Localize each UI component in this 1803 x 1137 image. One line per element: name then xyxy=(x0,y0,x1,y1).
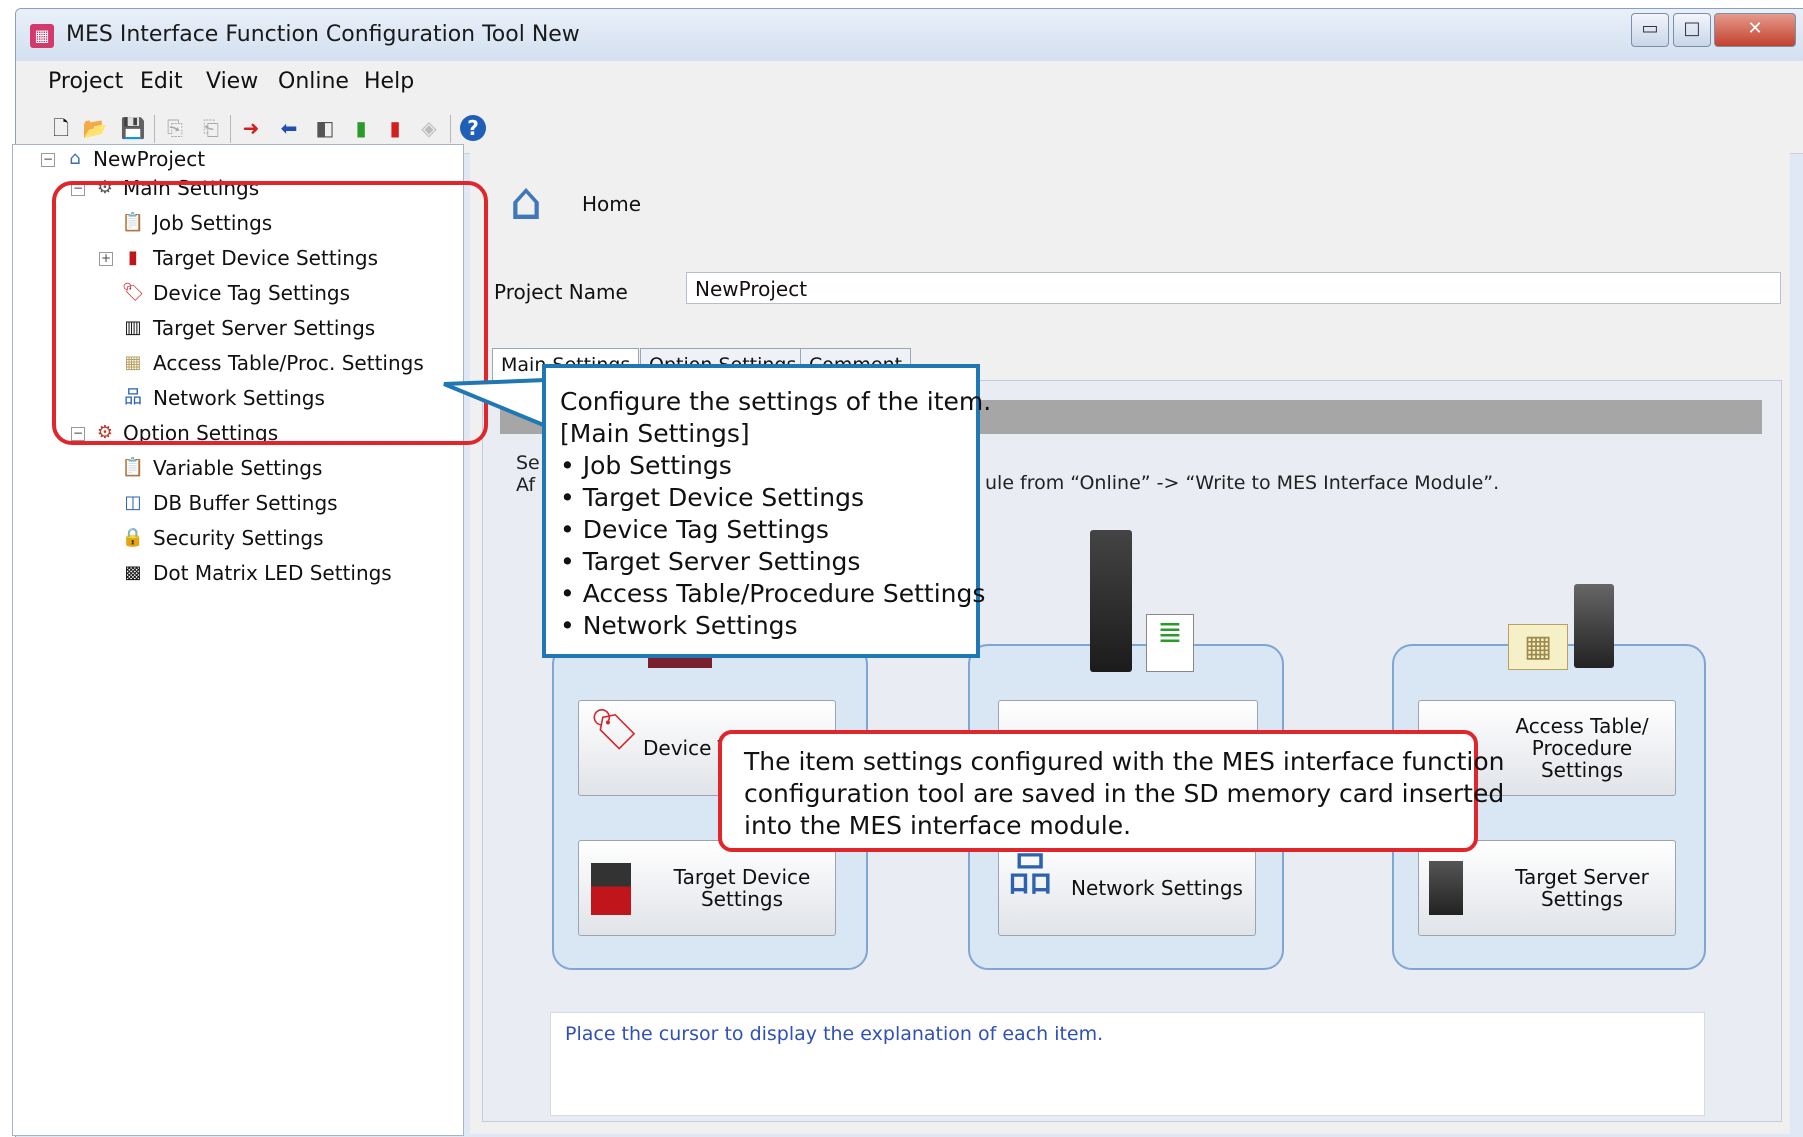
save-icon[interactable]: 💾 xyxy=(120,115,146,141)
home-icon-large[interactable]: ⌂ xyxy=(496,174,556,230)
tree-item-variable-settings[interactable]: Variable Settings xyxy=(153,456,322,480)
network-icon: 品 xyxy=(1007,847,1053,901)
app-icon: ▦ xyxy=(30,24,54,48)
delete-icon[interactable]: ◈ xyxy=(416,115,442,141)
target-device-label: Target Device Settings xyxy=(673,865,811,911)
callout-line: configuration tool are saved in the SD m… xyxy=(744,779,1505,808)
main-settings-callout: Configure the settings of the item. [Mai… xyxy=(542,364,992,658)
close-button[interactable]: ✕ xyxy=(1714,13,1796,47)
db-buffer-icon: ◫ xyxy=(124,492,142,513)
write-icon[interactable]: ➜ xyxy=(238,115,264,141)
project-name-input[interactable]: NewProject xyxy=(686,272,1781,304)
server-icon xyxy=(1429,861,1463,915)
instruction-text: ule from “Online” -> “Write to MES Inter… xyxy=(985,472,1500,494)
tree-item-db-buffer-settings[interactable]: DB Buffer Settings xyxy=(153,491,338,515)
callout-line: • Target Device Settings xyxy=(560,483,864,512)
collapse-icon[interactable]: − xyxy=(41,153,55,167)
target-server-settings-button[interactable]: Target Server Settings xyxy=(1418,840,1676,936)
export-icon[interactable]: ⎘ xyxy=(162,115,188,141)
main-settings-highlight xyxy=(52,181,488,445)
dot-matrix-icon: ▩ xyxy=(124,562,142,583)
open-folder-icon[interactable]: 📂 xyxy=(82,115,108,141)
tag-icon: 🏷 xyxy=(589,707,640,753)
callout-line: • Device Tag Settings xyxy=(560,515,829,544)
menu-help[interactable]: Help xyxy=(364,69,414,94)
callout-line: [Main Settings] xyxy=(560,419,750,448)
toolbar-separator xyxy=(450,115,451,143)
menu-project[interactable]: Project xyxy=(48,69,123,94)
explanation-box: Place the cursor to display the explanat… xyxy=(550,1012,1705,1116)
callout-line: Configure the settings of the item. xyxy=(560,387,992,416)
toolbar-separator xyxy=(154,115,155,143)
home-label: Home xyxy=(582,192,642,216)
instruction-text-start: Se Af xyxy=(516,452,540,496)
read-icon[interactable]: ⬅ xyxy=(276,115,302,141)
variable-icon: 📋 xyxy=(121,457,145,478)
server-image-icon xyxy=(1574,584,1614,668)
menu-edit[interactable]: Edit xyxy=(140,69,183,94)
lock-icon: 🔒 xyxy=(121,527,145,548)
monitor-icon[interactable]: ▮ xyxy=(348,115,374,141)
target-device-icon xyxy=(591,863,631,915)
callout-line: • Network Settings xyxy=(560,611,798,640)
menu-online[interactable]: Online xyxy=(278,69,349,94)
target-server-label: Target Server Settings xyxy=(1515,865,1649,911)
tree-node-root[interactable]: NewProject xyxy=(93,147,205,171)
project-name-label: Project Name xyxy=(494,280,628,304)
menu-bar: Project Edit View Online Help xyxy=(16,61,1803,103)
access-table-label: Access Table/ Procedure Settings xyxy=(1515,714,1649,782)
callout-line: • Job Settings xyxy=(560,451,732,480)
import-icon[interactable]: ⎗ xyxy=(198,115,224,141)
module-icon xyxy=(1090,530,1132,672)
title-bar[interactable]: ▦ MES Interface Function Configuration T… xyxy=(16,9,1803,61)
tree-item-security-settings[interactable]: Security Settings xyxy=(153,526,324,550)
network-settings-label: Network Settings xyxy=(1071,876,1243,900)
documents-icon: ≣ xyxy=(1146,614,1194,672)
help-icon[interactable]: ? xyxy=(460,115,486,141)
menu-view[interactable]: View xyxy=(206,69,258,94)
window-title: MES Interface Function Configuration Too… xyxy=(66,22,580,47)
callout-line: into the MES interface module. xyxy=(744,811,1132,840)
maximize-button[interactable]: □ xyxy=(1673,13,1711,47)
network-settings-button[interactable]: 品 Network Settings xyxy=(998,840,1256,936)
toolbar-separator xyxy=(230,115,231,143)
target-device-settings-button[interactable]: Target Device Settings xyxy=(578,840,836,936)
minimize-button[interactable]: ▭ xyxy=(1631,13,1669,47)
callout-pointer xyxy=(443,377,549,429)
diagnostic-icon[interactable]: ▮ xyxy=(382,115,408,141)
callout-line: • Target Server Settings xyxy=(560,547,861,576)
callout-line: • Access Table/Procedure Settings xyxy=(560,579,986,608)
new-file-icon[interactable]: 🗋 xyxy=(48,115,74,141)
home-icon: ⌂ xyxy=(69,148,81,169)
callout-line: The item settings configured with the ME… xyxy=(744,747,1505,776)
tree-item-dot-matrix-led-settings[interactable]: Dot Matrix LED Settings xyxy=(153,561,392,585)
verify-icon[interactable]: ◧ xyxy=(312,115,338,141)
device-tag-label: Device T xyxy=(643,736,730,760)
table-image-icon: ▦ xyxy=(1508,624,1568,670)
sd-card-callout: The item settings configured with the ME… xyxy=(718,730,1505,852)
